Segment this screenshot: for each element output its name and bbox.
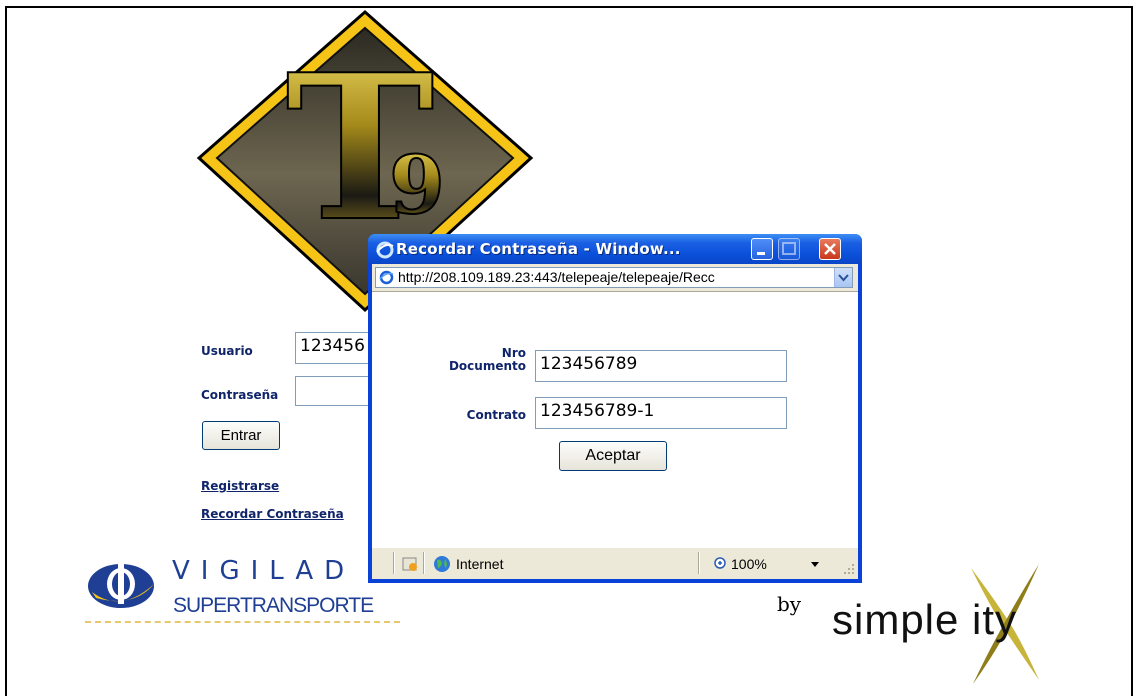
address-field[interactable]: http://208.109.189.23:443/telepeaje/tele… (375, 267, 853, 288)
close-button[interactable] (819, 238, 841, 260)
document-label-line1: Nro (501, 346, 526, 360)
accept-button[interactable]: Aceptar (559, 441, 667, 471)
security-icon (402, 557, 417, 571)
vigilado-subtitle: SUPERTRANSPORTE (173, 594, 374, 617)
login-button[interactable]: Entrar (202, 421, 280, 450)
vigilado-title: VIGILAD (172, 556, 356, 586)
popup-content: Nro Documento 123456789 Contrato 1234567… (372, 292, 858, 547)
register-link[interactable]: Registrarse (201, 479, 279, 493)
zoom-level[interactable]: 100% (731, 556, 767, 572)
window-title: Recordar Contraseña - Window... (396, 240, 681, 258)
password-label: Contraseña (201, 388, 279, 402)
document-label-line2: Documento (448, 359, 526, 373)
contract-label: Contrato (466, 408, 526, 422)
status-bar: Internet 100% (372, 547, 858, 579)
window-titlebar[interactable]: Recordar Contraseña - Window... (368, 234, 862, 264)
user-label: Usuario (201, 344, 253, 358)
maximize-icon (782, 242, 796, 255)
document-label: Nro Documento (440, 347, 526, 373)
contract-input[interactable]: 123456789-1 (535, 397, 787, 429)
internet-explorer-icon (376, 241, 394, 259)
resize-grip-icon[interactable] (842, 562, 856, 576)
simplexity-wordmark: simple ity (832, 596, 1018, 643)
address-dropdown-button[interactable] (834, 268, 852, 287)
globe-icon (434, 556, 450, 572)
address-url: http://208.109.189.23:443/telepeaje/tele… (398, 269, 715, 285)
minimize-icon (757, 252, 765, 255)
by-text: by (777, 592, 802, 616)
close-icon (824, 243, 836, 255)
zoom-dropdown-icon[interactable] (810, 561, 820, 569)
document-input[interactable]: 123456789 (535, 350, 787, 382)
address-bar: http://208.109.189.23:443/telepeaje/tele… (372, 264, 858, 292)
chevron-down-icon (838, 274, 849, 282)
svg-text:9: 9 (389, 138, 445, 232)
security-zone-text: Internet (456, 556, 504, 572)
zoom-icon (714, 557, 726, 569)
recover-password-window: Recordar Contraseña - Window... http://2… (368, 234, 862, 583)
maximize-button[interactable] (778, 238, 800, 260)
page-icon (379, 270, 394, 285)
recover-password-link[interactable]: Recordar Contraseña (201, 507, 344, 521)
vigilado-divider (85, 621, 400, 623)
minimize-button[interactable] (751, 238, 773, 260)
supertransporte-logo-icon (88, 564, 154, 608)
